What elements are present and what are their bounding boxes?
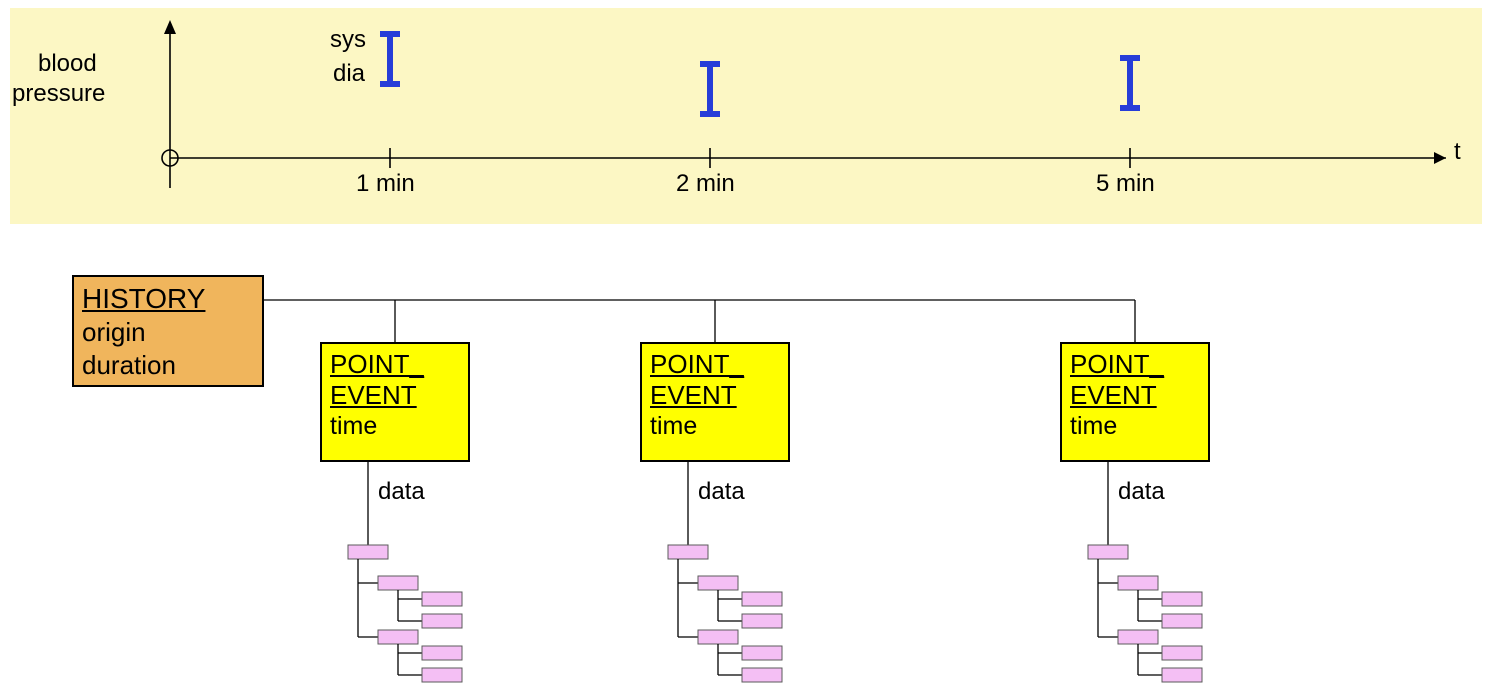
history-title: HISTORY	[82, 281, 254, 316]
pe-title-3a: POINT_	[1070, 348, 1200, 381]
pe-title-1a: POINT_	[330, 348, 460, 381]
history-box: HISTORY origin duration	[72, 275, 264, 387]
data-label-2: data	[698, 478, 745, 506]
point-event-box-3: POINT_ EVENT time	[1060, 342, 1210, 462]
item-tree-1	[348, 545, 462, 682]
pe-title-1b: EVENT	[330, 379, 460, 412]
pe-attr-1: time	[330, 411, 460, 442]
pe-attr-3: time	[1070, 411, 1200, 442]
data-label-3: data	[1118, 478, 1165, 506]
pe-attr-2: time	[650, 411, 780, 442]
chart-svg	[10, 8, 1482, 224]
point-event-box-1: POINT_ EVENT time	[320, 342, 470, 462]
history-attr-duration: duration	[82, 349, 254, 382]
data-label-1: data	[378, 478, 425, 506]
item-tree-2	[668, 545, 782, 682]
pe-title-2b: EVENT	[650, 379, 780, 412]
chart-panel: blood pressure sys dia 1 min 2 min 5 min…	[10, 8, 1482, 224]
history-attr-origin: origin	[82, 316, 254, 349]
point-event-box-2: POINT_ EVENT time	[640, 342, 790, 462]
item-tree-3	[1088, 545, 1202, 682]
pe-title-2a: POINT_	[650, 348, 780, 381]
pe-title-3b: EVENT	[1070, 379, 1200, 412]
